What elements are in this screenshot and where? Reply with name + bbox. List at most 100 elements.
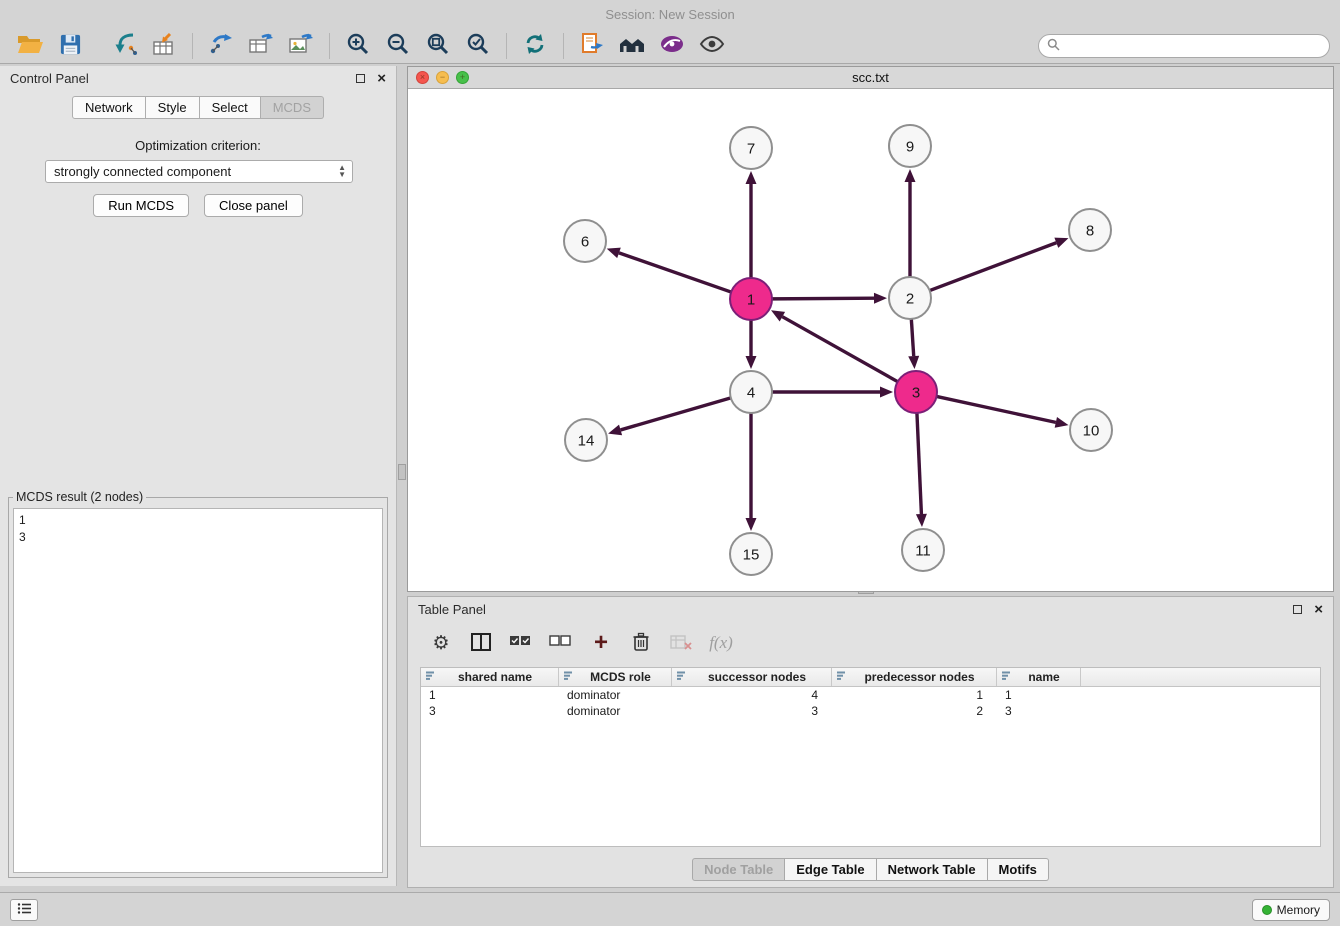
cell-predecessor-nodes[interactable]: 2: [832, 704, 997, 718]
toolbar-separator: [329, 33, 330, 59]
delete-columns-button[interactable]: [628, 628, 654, 658]
tab-style[interactable]: Style: [146, 96, 200, 119]
cell-shared-name[interactable]: 1: [421, 688, 559, 702]
export-image-button[interactable]: [281, 30, 321, 62]
import-network-button[interactable]: [104, 30, 144, 62]
open-session-button[interactable]: [10, 30, 50, 62]
tab-edge-table[interactable]: Edge Table: [785, 858, 876, 881]
table-row[interactable]: 1dominator411: [421, 687, 1320, 703]
float-panel-icon[interactable]: [356, 74, 365, 83]
node-11[interactable]: 11: [902, 529, 944, 571]
delete-table-icon: [670, 634, 692, 653]
zoom-selected-button[interactable]: [458, 30, 498, 62]
show-columns-button[interactable]: [468, 628, 494, 658]
float-table-panel-icon[interactable]: [1293, 605, 1302, 614]
function-builder-button[interactable]: f(x): [708, 628, 734, 658]
manual-document-icon: [580, 32, 604, 59]
columns-icon: [471, 633, 491, 654]
run-mcds-button[interactable]: Run MCDS: [93, 194, 189, 217]
column-header-predecessor-nodes[interactable]: predecessor nodes: [832, 668, 997, 686]
create-column-button[interactable]: +: [588, 628, 614, 658]
edge-4-14[interactable]: [621, 398, 731, 430]
edge-2-8[interactable]: [930, 243, 1057, 291]
tab-node-table[interactable]: Node Table: [692, 858, 785, 881]
cell-shared-name[interactable]: 3: [421, 704, 559, 718]
graphics-details-button[interactable]: [692, 30, 732, 62]
table-options-button[interactable]: ⚙: [428, 628, 454, 658]
tab-motifs[interactable]: Motifs: [988, 858, 1049, 881]
panel-splitter-handle[interactable]: [398, 464, 406, 480]
edge-3-1[interactable]: [782, 317, 897, 382]
edge-1-2[interactable]: [772, 298, 874, 299]
apply-layout-button[interactable]: [515, 30, 555, 62]
network-graph[interactable]: 7 9 6 8 1 2 4 3 14 10 15 11: [408, 89, 1333, 591]
tab-mcds[interactable]: MCDS: [261, 96, 324, 119]
cell-name[interactable]: 3: [997, 704, 1081, 718]
select-all-columns-button[interactable]: [508, 628, 534, 658]
zoom-fit-button[interactable]: [418, 30, 458, 62]
optimization-dropdown[interactable]: strongly connected component ▲▼: [45, 160, 353, 183]
cell-name[interactable]: 1: [997, 688, 1081, 702]
node-4[interactable]: 4: [730, 371, 772, 413]
edge-2-3[interactable]: [911, 319, 913, 356]
zoom-out-button[interactable]: [378, 30, 418, 62]
zoom-selected-icon: [466, 32, 490, 59]
edge-3-10[interactable]: [937, 396, 1056, 422]
column-header-successor-nodes[interactable]: successor nodes: [672, 668, 832, 686]
edge-1-6[interactable]: [619, 253, 731, 292]
cell-mcds-role[interactable]: dominator: [559, 688, 672, 702]
node-2[interactable]: 2: [889, 277, 931, 319]
table-row[interactable]: 3dominator323: [421, 703, 1320, 719]
node-6[interactable]: 6: [564, 220, 606, 262]
node-10[interactable]: 10: [1070, 409, 1112, 451]
search-box[interactable]: [1038, 34, 1330, 58]
memory-button[interactable]: Memory: [1252, 899, 1330, 921]
unselect-all-columns-button[interactable]: [548, 628, 574, 658]
node-1[interactable]: 1: [730, 278, 772, 320]
column-header-mcds-role[interactable]: MCDS role: [559, 668, 672, 686]
close-table-panel-icon[interactable]: ×: [1314, 602, 1323, 617]
cell-mcds-role[interactable]: dominator: [559, 704, 672, 718]
cell-successor-nodes[interactable]: 4: [672, 688, 832, 702]
zoom-in-button[interactable]: [338, 30, 378, 62]
import-network-icon: [111, 32, 137, 59]
node-7[interactable]: 7: [730, 127, 772, 169]
fx-icon: f(x): [709, 633, 733, 653]
node-3[interactable]: 3: [895, 371, 937, 413]
column-header-shared-name[interactable]: shared name: [421, 668, 559, 686]
mcds-result-textarea[interactable]: 13: [13, 508, 383, 873]
node-15[interactable]: 15: [730, 533, 772, 575]
cell-successor-nodes[interactable]: 3: [672, 704, 832, 718]
ndex-button[interactable]: [612, 30, 652, 62]
tab-select[interactable]: Select: [200, 96, 261, 119]
search-input[interactable]: [1064, 36, 1329, 56]
cell-predecessor-nodes[interactable]: 1: [832, 688, 997, 702]
panel-menu-button[interactable]: [10, 899, 38, 921]
main-toolbar: [0, 28, 1340, 64]
table-panel-tabs: Node TableEdge TableNetwork TableMotifs: [408, 858, 1333, 881]
optimization-label: Optimization criterion:: [0, 138, 396, 153]
delete-table-button[interactable]: [668, 628, 694, 658]
open-manual-button[interactable]: [572, 30, 612, 62]
tab-network-table[interactable]: Network Table: [877, 858, 988, 881]
checked-boxes-icon: [509, 634, 533, 653]
close-panel-button[interactable]: Close panel: [204, 194, 303, 217]
export-network-button[interactable]: [201, 30, 241, 62]
arrowhead-1-6: [607, 248, 621, 258]
tab-network[interactable]: Network: [72, 96, 146, 119]
node-14[interactable]: 14: [565, 419, 607, 461]
control-panel: Control Panel × NetworkStyleSelectMCDS O…: [0, 66, 397, 886]
svg-text:7: 7: [747, 141, 755, 158]
column-header-label: successor nodes: [687, 670, 827, 684]
node-9[interactable]: 9: [889, 125, 931, 167]
edge-3-11[interactable]: [917, 413, 921, 514]
import-table-button[interactable]: [144, 30, 184, 62]
node-8[interactable]: 8: [1069, 209, 1111, 251]
save-session-button[interactable]: [50, 30, 90, 62]
close-panel-icon[interactable]: ×: [377, 71, 386, 86]
network-canvas[interactable]: 7 9 6 8 1 2 4 3 14 10 15 11: [408, 89, 1333, 591]
export-table-button[interactable]: [241, 30, 281, 62]
list-icon: [17, 902, 32, 918]
style-tools-button[interactable]: [652, 30, 692, 62]
column-header-name[interactable]: name: [997, 668, 1081, 686]
